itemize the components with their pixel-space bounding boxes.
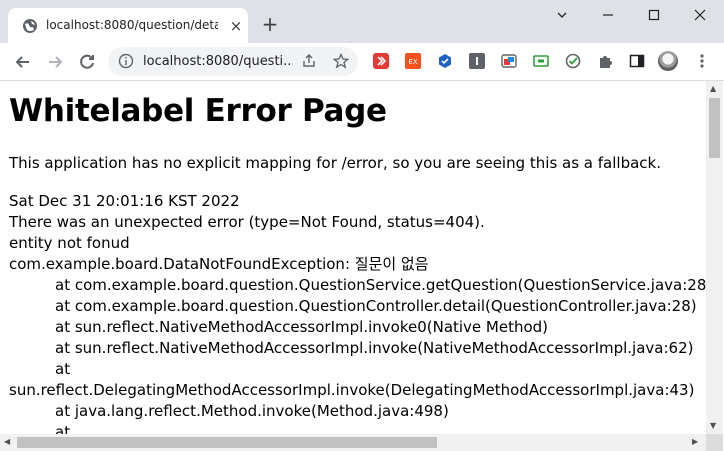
close-window-icon[interactable] bbox=[690, 6, 710, 24]
ext-red-icon[interactable] bbox=[373, 53, 389, 69]
stack-line: at java.lang.reflect.Method.invoke(Metho… bbox=[55, 402, 449, 420]
tab-title: localhost:8080/question/detail/6 bbox=[46, 18, 218, 32]
error-message: This application has no explicit mapping… bbox=[9, 154, 661, 172]
puzzle-icon[interactable] bbox=[597, 53, 613, 69]
scrollbar-corner bbox=[706, 434, 723, 451]
minimize-icon[interactable] bbox=[598, 6, 618, 24]
exception-line: com.example.board.DataNotFoundException:… bbox=[9, 255, 429, 273]
site-info-icon[interactable] bbox=[118, 53, 134, 69]
stack-line: sun.reflect.DelegatingMethodAccessorImpl… bbox=[9, 381, 695, 399]
ext-blue-icon[interactable] bbox=[437, 53, 453, 69]
stack-line: at sun.reflect.NativeMethodAccessorImpl.… bbox=[55, 318, 549, 336]
sidepanel-icon[interactable] bbox=[629, 53, 645, 69]
timestamp: Sat Dec 31 20:01:16 KST 2022 bbox=[9, 192, 240, 210]
stack-line: at com.example.board.question.QuestionCo… bbox=[55, 297, 697, 315]
error-line: There was an unexpected error (type=Not … bbox=[9, 213, 485, 231]
more-icon[interactable] bbox=[694, 53, 710, 69]
scroll-right-icon[interactable]: ▶ bbox=[692, 438, 698, 446]
scroll-up-icon[interactable]: ▲ bbox=[710, 85, 716, 93]
tab-close-button[interactable]: × bbox=[228, 18, 244, 34]
horizontal-scroll-thumb[interactable] bbox=[17, 437, 437, 448]
svg-text:EX: EX bbox=[408, 58, 417, 66]
stack-line: at bbox=[55, 360, 71, 378]
ext-green-icon[interactable] bbox=[533, 53, 549, 69]
share-icon[interactable] bbox=[301, 53, 317, 69]
browser-tab[interactable]: localhost:8080/question/detail/6 × bbox=[8, 8, 248, 43]
horizontal-scrollbar[interactable]: ◀ ▶ bbox=[0, 434, 706, 451]
ext-gray-icon[interactable] bbox=[469, 53, 485, 69]
ext-check-icon[interactable] bbox=[565, 53, 581, 69]
globe-icon bbox=[23, 19, 37, 33]
ext-orange-icon[interactable]: EX bbox=[405, 53, 421, 69]
vertical-scroll-thumb[interactable] bbox=[709, 98, 720, 158]
title-bar: localhost:8080/question/detail/6 × + bbox=[0, 0, 724, 43]
address-bar[interactable]: localhost:8080/questi... bbox=[108, 47, 358, 76]
scroll-left-icon[interactable]: ◀ bbox=[4, 438, 10, 446]
ext-screenshot-icon[interactable] bbox=[501, 53, 517, 69]
browser-toolbar: localhost:8080/questi... EX bbox=[0, 43, 724, 81]
forward-arrow-icon[interactable] bbox=[44, 51, 66, 73]
stack-line: at com.example.board.question.QuestionSe… bbox=[55, 276, 713, 294]
error-details: Sat Dec 31 20:01:16 KST 2022 There was a… bbox=[9, 191, 712, 443]
profile-avatar[interactable] bbox=[658, 51, 678, 71]
url-text: localhost:8080/questi... bbox=[143, 54, 293, 69]
stack-line: at sun.reflect.NativeMethodAccessorImpl.… bbox=[55, 339, 694, 357]
bookmark-star-icon[interactable] bbox=[333, 53, 349, 69]
vertical-scrollbar[interactable]: ▲ ▼ bbox=[706, 81, 723, 434]
scroll-down-icon[interactable]: ▼ bbox=[710, 422, 716, 430]
reload-icon[interactable] bbox=[76, 51, 98, 73]
back-arrow-icon[interactable] bbox=[12, 51, 34, 73]
maximize-icon[interactable] bbox=[644, 6, 664, 24]
page-viewport: Whitelabel Error Page This application h… bbox=[0, 81, 724, 451]
page-title: Whitelabel Error Page bbox=[9, 93, 387, 129]
tab-search-icon[interactable] bbox=[552, 6, 572, 24]
new-tab-button[interactable]: + bbox=[260, 14, 280, 34]
error-detail: entity not fonud bbox=[9, 234, 130, 252]
